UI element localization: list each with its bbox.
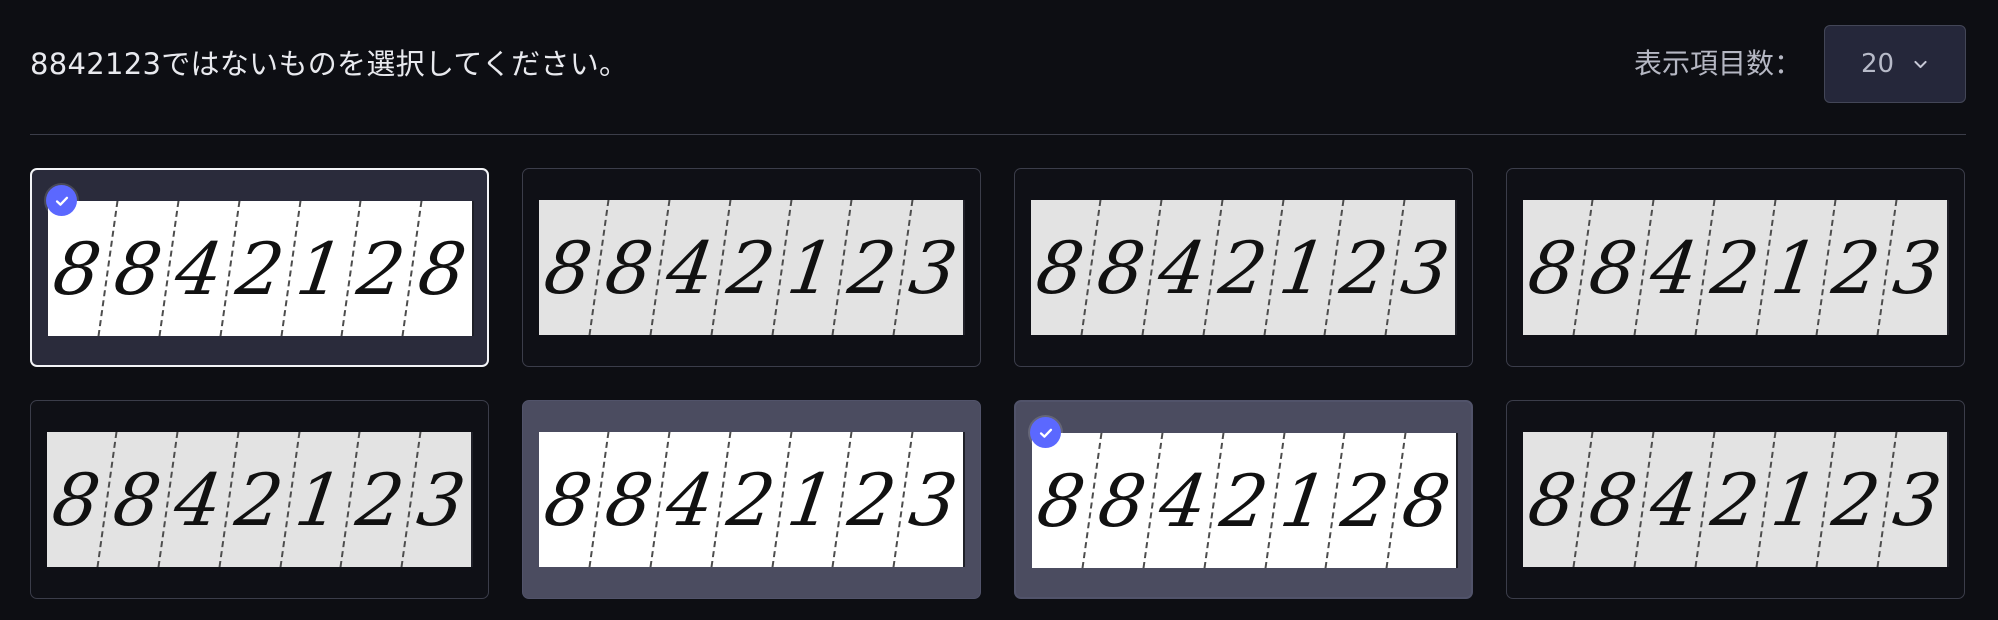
image-option-card[interactable]: 8842123 bbox=[522, 168, 981, 367]
checkmark-icon bbox=[46, 185, 77, 216]
checkmark-icon bbox=[1030, 417, 1061, 448]
display-count-dropdown[interactable]: 20 bbox=[1824, 25, 1966, 103]
handwritten-number-image: 8842123 bbox=[1031, 200, 1455, 335]
display-count-label: 表示項目数： bbox=[1633, 47, 1802, 80]
image-option-card[interactable]: 8842123 bbox=[1014, 168, 1473, 367]
header: 8842123ではないものを選択してください。 表示項目数： 20 bbox=[30, 24, 1966, 104]
instruction-text: 8842123ではないものを選択してください。 bbox=[30, 46, 629, 81]
display-count-control: 表示項目数： 20 bbox=[1634, 25, 1966, 103]
handwritten-number-image: 8842123 bbox=[1523, 432, 1947, 567]
image-option-card[interactable]: 8842123 bbox=[522, 400, 981, 599]
header-divider bbox=[30, 134, 1966, 135]
image-option-card[interactable]: 8842123 bbox=[1506, 168, 1965, 367]
captcha-panel: 8842123ではないものを選択してください。 表示項目数： 20 884212… bbox=[0, 0, 1998, 620]
image-option-card[interactable]: 8842128 bbox=[1014, 400, 1473, 599]
image-option-card[interactable]: 8842128 bbox=[30, 168, 489, 367]
handwritten-number-image: 8842128 bbox=[1032, 433, 1456, 568]
handwritten-number-image: 8842123 bbox=[1523, 200, 1947, 335]
chevron-down-icon bbox=[1912, 56, 1929, 73]
image-option-card[interactable]: 8842123 bbox=[1506, 400, 1965, 599]
handwritten-number-image: 8842123 bbox=[47, 432, 471, 567]
image-option-card[interactable]: 8842123 bbox=[30, 400, 489, 599]
handwritten-number-image: 8842123 bbox=[539, 200, 963, 335]
handwritten-number-image: 8842123 bbox=[539, 432, 963, 567]
handwritten-number-image: 8842128 bbox=[48, 201, 472, 336]
display-count-value: 20 bbox=[1860, 49, 1895, 79]
image-option-grid: 8842128 8842123 8842123 8842123 8842123 88421… bbox=[30, 168, 1966, 599]
